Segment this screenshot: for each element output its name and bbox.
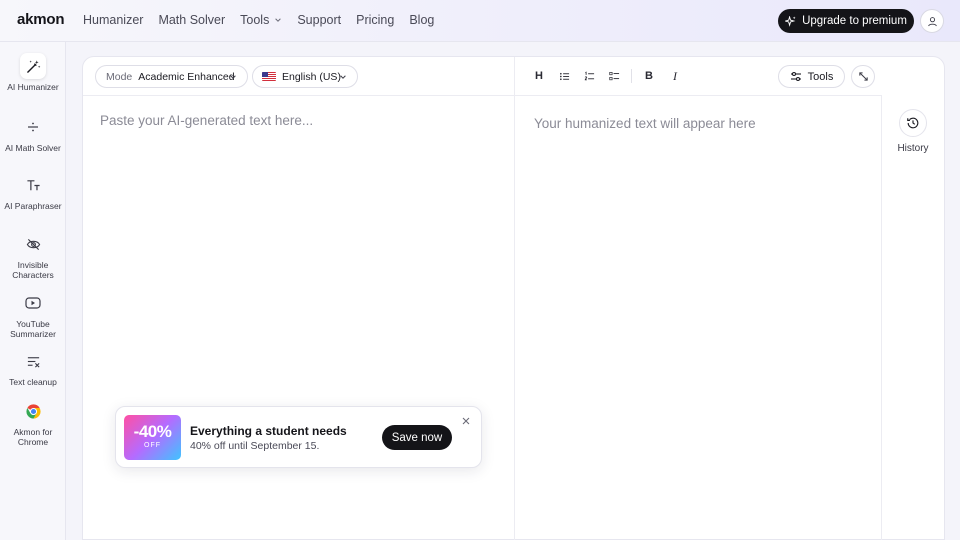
italic-button[interactable]: I [666,67,684,85]
output-area: Your humanized text will appear here [534,116,756,131]
save-now-button[interactable]: Save now [382,425,452,450]
sidebar: AI Humanizer AI Math Solver AI Paraphras… [0,42,66,540]
promo-title: Everything a student needs [190,424,347,438]
history-icon [907,117,919,129]
tools-button[interactable]: Tools [778,65,845,88]
mode-select[interactable]: Mode Academic Enhanced [95,65,248,88]
expand-icon [858,72,868,81]
divider [83,95,881,96]
toolbar-separator [631,69,632,83]
checklist-button[interactable] [605,67,623,85]
sliders-icon [790,71,801,82]
nav-label: Support [297,13,342,27]
sidebar-item-invisible-characters[interactable]: Invisible Characters [0,231,66,280]
discount-badge: -40% OFF [124,415,181,460]
sidebar-item-ai-paraphraser[interactable]: AI Paraphraser [0,172,66,212]
numbered-list-icon [584,70,594,80]
history-button[interactable] [899,109,927,137]
nav-label: Humanizer [83,13,144,27]
sidebar-item-label: Invisible Characters [12,260,54,280]
sidebar-item-akmon-for-chrome[interactable]: Akmon for Chrome [0,398,66,447]
sidebar-item-label: AI Paraphraser [4,201,62,211]
sidebar-item-ai-humanizer[interactable]: AI Humanizer [0,53,66,93]
main-nav: Humanizer Math Solver Tools Support Pric… [83,13,449,27]
logo[interactable]: akmon [17,11,65,28]
sidebar-item-label: AI Humanizer [7,82,59,92]
sidebar-item-label: Text cleanup [9,377,57,387]
mode-value: Academic Enhanced [138,70,235,83]
youtube-icon [20,290,46,316]
upgrade-button[interactable]: Upgrade to premium [778,9,914,33]
sidebar-item-youtube-summarizer[interactable]: YouTube Summarizer [0,290,66,339]
bullet-list-icon [559,72,569,80]
discount-off-label: OFF [144,442,161,449]
sidebar-item-label: Akmon for Chrome [13,427,53,447]
nav-pricing[interactable]: Pricing [356,13,394,27]
nav-label: Tools [240,13,270,27]
chrome-icon [20,398,46,424]
language-select[interactable]: English (US) [252,65,358,88]
close-icon[interactable] [461,416,471,426]
heading-button[interactable]: H [530,67,548,85]
nav-support[interactable]: Support [297,13,341,27]
promo-subtitle: 40% off until September 15. [190,440,320,452]
sidebar-item-text-cleanup[interactable]: Text cleanup [0,348,66,388]
nav-humanizer[interactable]: Humanizer [83,13,143,27]
nav-tools[interactable]: Tools [240,13,282,27]
divider [514,57,515,540]
us-flag-icon [262,72,276,81]
chevron-down-icon [275,18,282,22]
mode-label: Mode [106,70,133,83]
input-textarea[interactable]: Paste your AI-generated text here... [100,113,313,128]
promo-banner: -40% OFF Everything a student needs 40% … [115,406,482,468]
nav-label: Pricing [356,13,395,27]
expand-button[interactable] [851,65,875,88]
nav-blog[interactable]: Blog [409,13,434,27]
top-bar: akmon Humanizer Math Solver Tools Suppor… [0,0,960,42]
discount-value: -40% [133,422,172,441]
text-clear-icon [20,348,46,374]
magic-wand-icon [20,53,46,79]
sidebar-item-label: YouTube Summarizer [10,319,56,339]
account-button[interactable] [920,9,944,33]
numbered-list-button[interactable] [580,67,598,85]
bullet-list-button[interactable] [555,67,573,85]
sidebar-item-label: AI Math Solver [5,143,61,153]
divider [881,95,882,540]
history-label: History [897,143,929,154]
sidebar-item-ai-math-solver[interactable]: AI Math Solver [0,114,66,154]
bold-button[interactable]: B [640,67,658,85]
chevron-down-icon [340,75,346,79]
eye-off-icon [20,231,46,257]
divide-icon [20,114,46,140]
upgrade-label: Upgrade to premium [802,15,907,27]
checklist-icon [608,71,619,80]
language-value: English (US) [282,70,341,83]
nav-label: Blog [409,13,435,27]
text-size-icon [20,172,46,198]
nav-math-solver[interactable]: Math Solver [158,13,225,27]
nav-label: Math Solver [158,13,226,27]
sparkle-icon [785,15,796,27]
user-icon [927,16,937,26]
chevron-down-icon [230,75,236,79]
tools-label: Tools [807,70,834,83]
